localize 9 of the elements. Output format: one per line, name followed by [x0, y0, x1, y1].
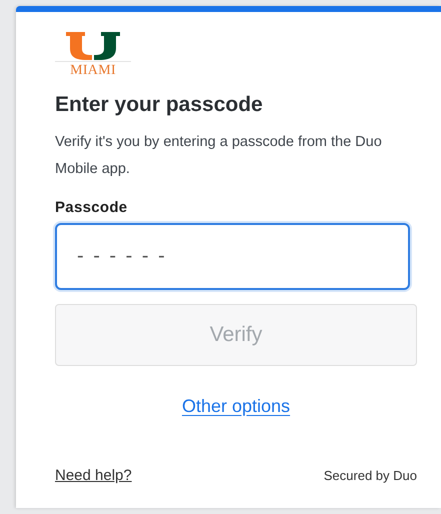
help-link[interactable]: Need help? — [55, 464, 132, 488]
description-text: Verify it's you by entering a passcode from the Duo Mobile app. — [55, 133, 383, 180]
passcode-label: Passcode — [55, 198, 128, 218]
page-heading: Enter your passcode — [55, 92, 264, 118]
other-options-link[interactable]: Other options — [182, 396, 290, 416]
logo-text: MIAMI — [70, 64, 116, 78]
secured-by-text: Secured by Duo — [324, 467, 417, 486]
u-logo-icon — [66, 32, 120, 60]
passcode-field[interactable]: - - - - - - — [55, 222, 410, 290]
